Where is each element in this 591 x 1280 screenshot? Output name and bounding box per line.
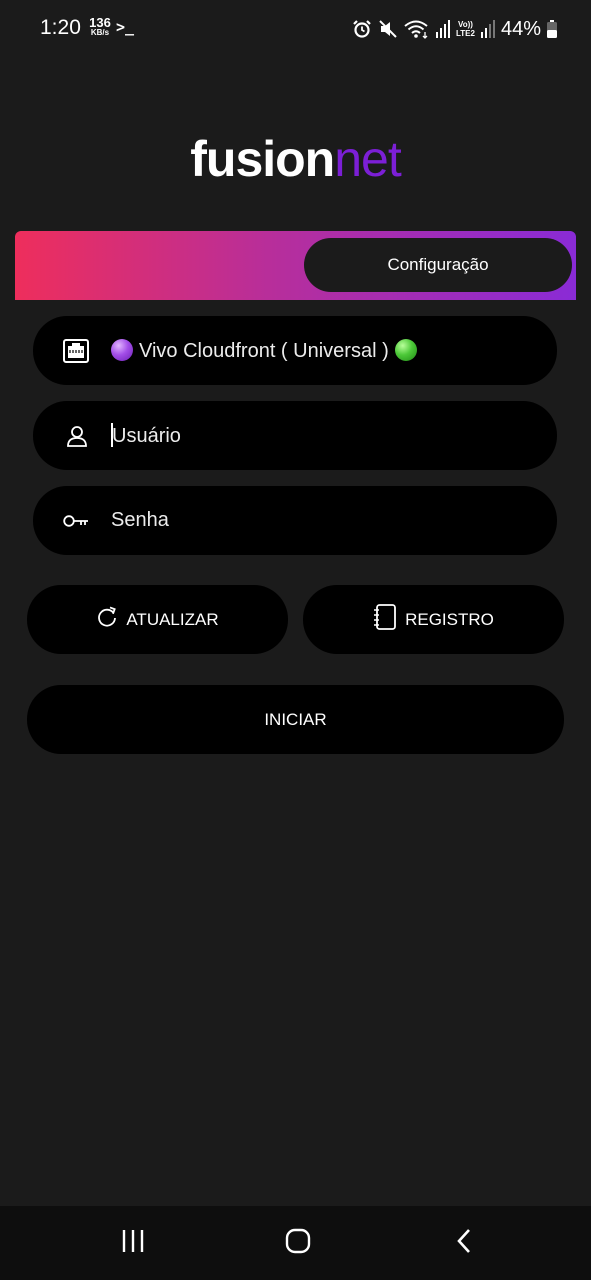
status-icons: Vo)) LTE2 44% [352, 16, 557, 42]
register-label: REGISTRO [405, 609, 494, 629]
navigation-bar [0, 1206, 591, 1280]
wifi-icon [404, 19, 430, 39]
username-field[interactable]: Usuário [33, 401, 557, 470]
battery-percent: 44% [500, 17, 541, 40]
status-time: 1:20 [40, 16, 81, 39]
app-logo: fusionnet [0, 130, 591, 188]
tab-configuracao[interactable]: Configuração [304, 238, 572, 292]
network-speed: 136 KB/s [88, 16, 112, 37]
notebook-icon [373, 604, 397, 635]
purple-circle-icon [111, 338, 133, 361]
volte-label-top: Vo)) [458, 20, 473, 29]
network-speed-unit: KB/s [90, 28, 110, 37]
logo-fusion: fusion [190, 131, 335, 187]
back-icon [455, 1228, 473, 1259]
server-name: Vivo Cloudfront ( Universal ) [139, 339, 389, 362]
recent-apps-button[interactable] [93, 1206, 173, 1280]
server-selector[interactable]: Vivo Cloudfront ( Universal ) [33, 316, 557, 385]
register-button[interactable]: REGISTRO [303, 585, 564, 654]
key-icon [63, 513, 89, 529]
tab-strip: Configuração [15, 231, 576, 300]
ethernet-port-icon [63, 338, 89, 363]
start-label: INICIAR [264, 709, 327, 729]
green-circle-icon [394, 338, 417, 361]
username-placeholder: Usuário [112, 425, 181, 447]
signal-icon-2 [480, 20, 495, 38]
alarm-icon [352, 19, 372, 39]
status-bar: 1:20 136 KB/s >_ Vo)) LTE2 44% [0, 0, 591, 60]
password-field[interactable]: Senha [33, 486, 557, 555]
start-button[interactable]: INICIAR [27, 685, 564, 754]
update-button[interactable]: ATUALIZAR [27, 585, 288, 654]
home-button[interactable] [258, 1206, 338, 1280]
back-button[interactable] [424, 1206, 504, 1280]
server-label: Vivo Cloudfront ( Universal ) [111, 338, 417, 363]
terminal-icon: >_ [116, 18, 135, 36]
volte-label-bottom: LTE2 [456, 29, 475, 38]
home-icon [285, 1228, 311, 1259]
signal-icon-1 [436, 20, 450, 38]
battery-icon [547, 20, 557, 38]
mute-icon [378, 19, 398, 39]
volte-indicator: Vo)) LTE2 [456, 20, 475, 38]
update-label: ATUALIZAR [126, 609, 219, 629]
person-icon [63, 425, 88, 447]
password-placeholder[interactable]: Senha [111, 509, 169, 532]
recent-apps-icon [120, 1229, 146, 1258]
logo-net: net [334, 131, 402, 187]
username-input[interactable]: Usuário [111, 423, 181, 448]
refresh-icon [96, 606, 118, 633]
